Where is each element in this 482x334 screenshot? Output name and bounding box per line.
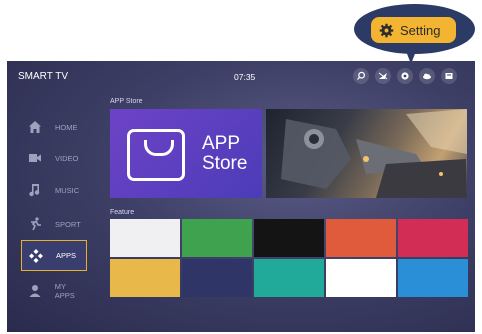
sidebar-item-label: APPS bbox=[56, 251, 77, 260]
gear-icon bbox=[379, 23, 394, 37]
feature-tile[interactable] bbox=[254, 219, 324, 257]
sidebar-item-label: SPORT bbox=[55, 219, 81, 229]
user-icon bbox=[27, 283, 43, 299]
sidebar-item-apps[interactable]: APPS bbox=[21, 240, 87, 271]
music-icon bbox=[27, 182, 43, 198]
sidebar-item-home[interactable]: HOME bbox=[21, 112, 87, 142]
sidebar-item-music[interactable]: MUSIC bbox=[21, 175, 87, 205]
sidebar-item-my-apps[interactable]: MY APPS bbox=[21, 276, 87, 306]
app-title: SMART TV bbox=[18, 71, 69, 82]
app-store-title: APP Store bbox=[202, 134, 247, 174]
storage-icon[interactable] bbox=[441, 68, 457, 84]
sidebar-item-label: MUSIC bbox=[55, 185, 80, 195]
sidebar-item-label: MY APPS bbox=[54, 282, 75, 300]
app-store-tile[interactable]: APP Store bbox=[110, 109, 262, 198]
home-icon bbox=[27, 119, 43, 135]
apps-icon bbox=[28, 248, 44, 264]
spaceship-artwork bbox=[281, 109, 467, 198]
feature-tile[interactable] bbox=[398, 259, 468, 297]
cloud-icon[interactable] bbox=[419, 68, 435, 84]
video-icon bbox=[27, 150, 43, 166]
clock: 07:35 bbox=[234, 72, 256, 82]
sidebar-item-video[interactable]: VIDEO bbox=[21, 143, 87, 173]
gear-icon[interactable] bbox=[397, 68, 413, 84]
setting-button[interactable]: Setting bbox=[371, 17, 456, 43]
signal-icon[interactable] bbox=[375, 68, 391, 84]
setting-label: Setting bbox=[400, 22, 441, 38]
search-icon[interactable] bbox=[353, 68, 369, 84]
status-bar bbox=[353, 68, 457, 84]
feature-tile[interactable] bbox=[326, 259, 396, 297]
app-store-title-line1: APP bbox=[202, 133, 241, 154]
feature-section-label: Feature bbox=[110, 209, 135, 216]
feature-tile[interactable] bbox=[182, 219, 252, 257]
sidebar-item-label: HOME bbox=[55, 122, 78, 132]
tv-screen: SMART TV 07:35 HOME VIDEO MUSIC SPORT AP… bbox=[7, 61, 475, 332]
sport-icon bbox=[27, 216, 43, 232]
feature-tile[interactable] bbox=[182, 259, 252, 297]
app-store-section-label: APP Store bbox=[110, 98, 143, 105]
feature-tile[interactable] bbox=[254, 259, 324, 297]
feature-tile[interactable] bbox=[110, 219, 180, 257]
app-store-title-line2: Store bbox=[202, 153, 248, 174]
sidebar-item-sport[interactable]: SPORT bbox=[21, 209, 87, 239]
feature-tile[interactable] bbox=[110, 259, 180, 297]
shopping-bag-icon bbox=[127, 129, 185, 181]
sidebar-item-label: VIDEO bbox=[55, 153, 79, 163]
feature-tile[interactable] bbox=[398, 219, 468, 257]
feature-tile[interactable] bbox=[326, 219, 396, 257]
featured-game-banner[interactable] bbox=[266, 109, 467, 198]
